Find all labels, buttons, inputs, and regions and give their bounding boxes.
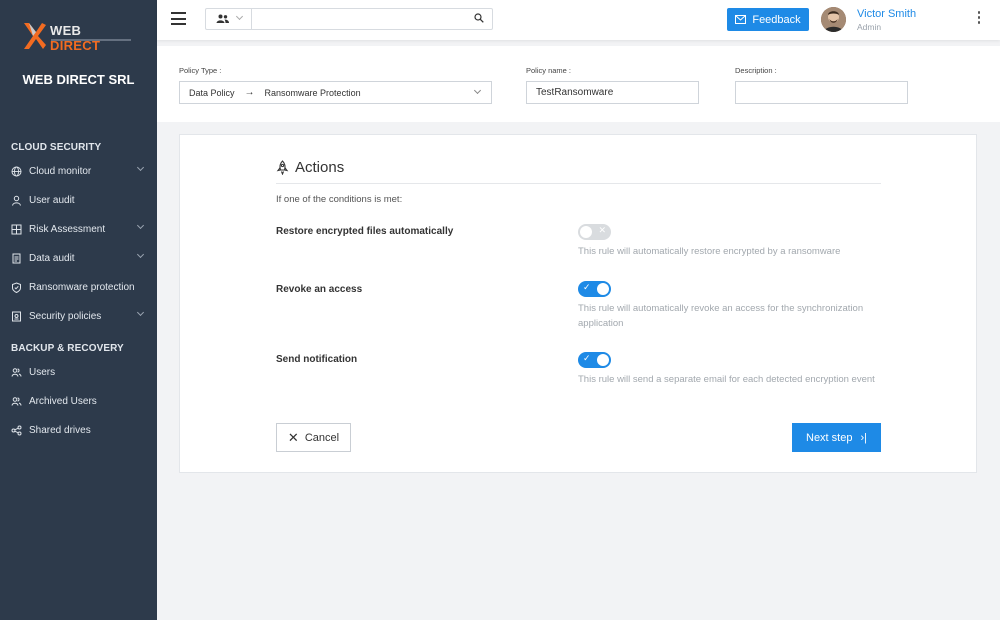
section-backup-recovery: BACKUP & RECOVERY xyxy=(11,343,124,354)
shield-icon xyxy=(11,281,22,293)
user-icon xyxy=(11,195,22,206)
policy-name-input[interactable] xyxy=(536,87,698,98)
next-step-button[interactable]: Next step ›| xyxy=(792,423,881,452)
divider xyxy=(276,183,881,184)
chevron-down-icon xyxy=(136,221,145,230)
sidebar-item-security-policies[interactable]: Security policies xyxy=(0,305,157,327)
policy-name-label: Policy name : xyxy=(526,66,572,75)
share-icon xyxy=(11,425,22,436)
sidebar-item-label: Data audit xyxy=(29,252,75,264)
users-icon xyxy=(11,367,22,378)
sidebar-item-ransomware-protection[interactable]: Ransomware protection xyxy=(0,276,157,298)
archived-users-icon xyxy=(11,396,22,407)
rule-label-restore: Restore encrypted files automatically xyxy=(276,226,454,237)
sidebar-item-shared-drives[interactable]: Shared drives xyxy=(0,419,157,441)
sidebar: WEB DIRECT WEB DIRECT SRL CLOUD SECURITY… xyxy=(0,0,157,620)
description-field[interactable] xyxy=(735,81,908,104)
chevron-down-icon xyxy=(473,86,482,95)
policy-type-value-a: Data Policy xyxy=(189,87,235,98)
description-input[interactable] xyxy=(745,87,907,98)
policy-settings: Policy Type : Data Policy → Ransomware P… xyxy=(157,46,1000,122)
sidebar-item-cloud-monitor[interactable]: Cloud monitor xyxy=(0,160,157,182)
chevron-down-icon xyxy=(136,308,145,317)
sidebar-item-label: Users xyxy=(29,366,56,378)
actions-title-text: Actions xyxy=(295,159,345,176)
skip-forward-icon: ›| xyxy=(860,431,867,444)
check-icon: ✓ xyxy=(583,353,591,363)
search-box xyxy=(205,8,493,30)
rule-label-revoke: Revoke an access xyxy=(276,284,363,295)
toggle-restore[interactable]: ✕ xyxy=(578,224,611,240)
user-name[interactable]: Victor Smith xyxy=(857,8,916,20)
sidebar-item-data-audit[interactable]: Data audit xyxy=(0,247,157,269)
rule-desc-revoke: This rule will automatically revoke an a… xyxy=(578,303,864,329)
close-icon: ✕ xyxy=(287,429,299,445)
more-options-icon[interactable] xyxy=(976,11,982,27)
users-icon xyxy=(216,14,229,23)
avatar[interactable] xyxy=(821,7,846,32)
cancel-button[interactable]: ✕ Cancel xyxy=(276,423,351,452)
sidebar-item-users[interactable]: Users xyxy=(0,361,157,383)
chevron-down-icon xyxy=(235,12,244,21)
next-step-label: Next step xyxy=(806,431,853,444)
logo-mark-icon xyxy=(24,23,46,49)
arrow-right-icon: → xyxy=(244,87,255,98)
actions-title: Actions xyxy=(276,159,344,176)
x-icon: ✕ xyxy=(598,225,606,235)
policy-type-value-b: Ransomware Protection xyxy=(264,87,361,98)
chevron-down-icon xyxy=(136,163,145,172)
feedback-button[interactable]: Feedback xyxy=(727,8,809,31)
sidebar-item-risk-assessment[interactable]: Risk Assessment xyxy=(0,218,157,240)
document-icon xyxy=(11,253,22,264)
search-scope-dropdown[interactable] xyxy=(206,9,252,29)
company-name: WEB DIRECT SRL xyxy=(22,72,135,87)
sidebar-item-label: Shared drives xyxy=(29,424,91,436)
chevron-down-icon xyxy=(136,250,145,259)
user-role: Admin xyxy=(857,22,882,32)
sidebar-item-label: Ransomware protection xyxy=(29,281,135,293)
description-label: Description : xyxy=(735,66,777,75)
rule-desc-restore: This rule will automatically restore enc… xyxy=(578,246,841,257)
grid-icon xyxy=(11,224,22,235)
logo-tagline xyxy=(51,39,131,41)
sidebar-item-label: User audit xyxy=(29,194,75,206)
top-bar: Feedback Victor Smith Admin xyxy=(157,0,1000,40)
logo-text: WEB DIRECT xyxy=(50,23,101,53)
rule-label-notification: Send notification xyxy=(276,354,358,365)
policy-type-label: Policy Type : xyxy=(179,66,222,75)
check-icon: ✓ xyxy=(583,282,591,292)
search-icon[interactable] xyxy=(474,13,484,23)
condition-text: If one of the conditions is met: xyxy=(276,194,403,205)
mail-icon xyxy=(735,15,747,24)
web-direct-logo: WEB DIRECT xyxy=(22,22,134,54)
sidebar-item-label: Cloud monitor xyxy=(29,165,92,177)
sidebar-item-label: Archived Users xyxy=(29,395,97,407)
globe-icon xyxy=(11,166,22,177)
toggle-revoke[interactable]: ✓ xyxy=(578,281,611,297)
search-input[interactable] xyxy=(253,9,473,29)
sidebar-item-label: Risk Assessment xyxy=(29,223,106,235)
policy-name-field[interactable] xyxy=(526,81,699,104)
sidebar-item-archived-users[interactable]: Archived Users xyxy=(0,390,157,412)
policy-type-select[interactable]: Data Policy → Ransomware Protection xyxy=(179,81,492,104)
rule-desc-notification: This rule will send a separate email for… xyxy=(578,374,875,385)
sidebar-item-label: Security policies xyxy=(29,310,102,322)
feedback-label: Feedback xyxy=(752,13,801,26)
rocket-icon xyxy=(276,160,289,175)
policy-icon xyxy=(11,311,22,322)
actions-card: Actions If one of the conditions is met:… xyxy=(179,134,977,473)
toggle-notification[interactable]: ✓ xyxy=(578,352,611,368)
section-cloud-security: CLOUD SECURITY xyxy=(11,142,102,153)
menu-icon[interactable] xyxy=(171,12,186,25)
sidebar-item-user-audit[interactable]: User audit xyxy=(0,189,157,211)
cancel-label: Cancel xyxy=(304,431,340,444)
